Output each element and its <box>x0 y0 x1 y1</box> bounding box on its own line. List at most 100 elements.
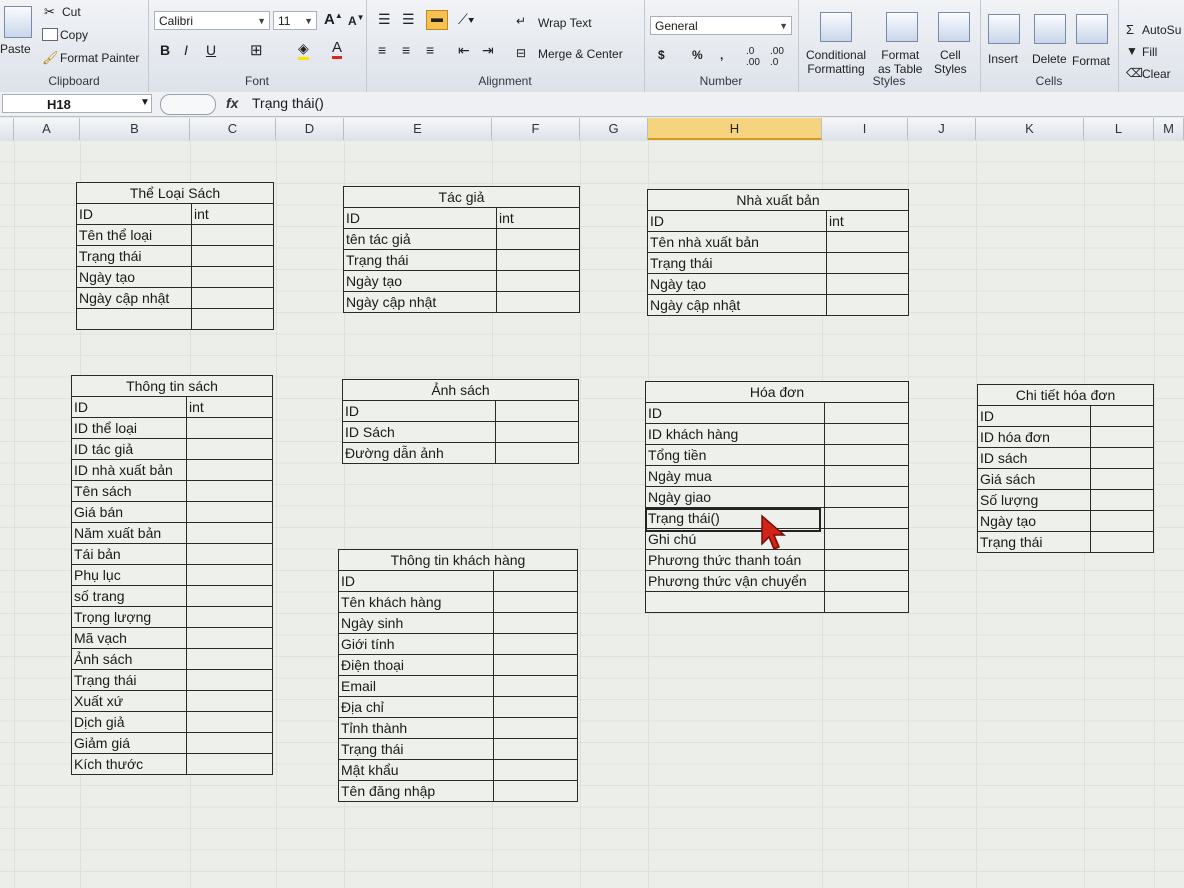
field-type-cell[interactable] <box>826 252 909 274</box>
field-type-cell[interactable] <box>824 402 909 424</box>
field-name-cell[interactable]: Ngày mua <box>645 465 825 487</box>
field-type-cell[interactable] <box>493 654 578 676</box>
align-right-icon[interactable]: ≡ <box>426 42 434 58</box>
field-name-cell[interactable]: Trạng thái <box>76 245 192 267</box>
field-name-cell[interactable]: Trọng lượng <box>71 606 187 628</box>
field-type-cell[interactable] <box>826 231 909 253</box>
align-top-icon[interactable]: ☰ <box>378 11 391 28</box>
copy-button[interactable]: Copy <box>60 28 88 42</box>
field-type-cell[interactable] <box>493 738 578 760</box>
field-type-cell[interactable] <box>191 308 274 330</box>
field-type-cell[interactable] <box>186 501 273 523</box>
field-name-cell[interactable]: Ngày cập nhật <box>343 291 497 313</box>
field-type-cell[interactable] <box>493 717 578 739</box>
bold-icon[interactable]: B <box>160 42 170 58</box>
field-name-cell[interactable]: Ngày tạo <box>647 273 827 295</box>
align-middle-icon[interactable]: ☰ <box>402 11 415 28</box>
field-type-cell[interactable] <box>493 591 578 613</box>
field-name-cell[interactable]: Ảnh sách <box>71 648 187 670</box>
chevron-down-icon[interactable]: ▼ <box>140 97 150 108</box>
field-name-cell[interactable]: Dịch giả <box>71 711 187 733</box>
field-name-cell[interactable]: Mã vạch <box>71 627 187 649</box>
field-name-cell[interactable]: ID khách hàng <box>645 423 825 445</box>
autosum-button[interactable]: AutoSu <box>1142 23 1181 37</box>
field-name-cell[interactable]: Trạng thái <box>343 249 497 271</box>
paste-icon[interactable] <box>4 6 32 38</box>
field-type-cell[interactable] <box>186 480 273 502</box>
field-name-cell[interactable]: Trạng thái <box>71 669 187 691</box>
clear-button[interactable]: Clear <box>1142 67 1171 81</box>
currency-button[interactable]: $ <box>658 48 665 62</box>
field-type-cell[interactable] <box>1090 468 1154 490</box>
field-name-cell[interactable]: ID <box>71 396 187 418</box>
field-type-cell[interactable] <box>495 421 579 443</box>
field-type-cell[interactable] <box>493 612 578 634</box>
field-type-cell[interactable] <box>824 423 909 445</box>
field-name-cell[interactable]: Phụ lục <box>71 564 187 586</box>
field-name-cell[interactable]: ID <box>342 400 496 422</box>
col-header-l[interactable]: L <box>1084 118 1154 140</box>
field-name-cell[interactable]: Trạng thái <box>977 531 1091 553</box>
field-type-cell[interactable] <box>824 486 909 508</box>
field-type-cell[interactable]: int <box>191 203 274 225</box>
name-box[interactable]: H18 <box>2 94 152 113</box>
field-type-cell[interactable] <box>191 287 274 309</box>
field-type-cell[interactable] <box>493 759 578 781</box>
field-type-cell[interactable] <box>824 444 909 466</box>
field-name-cell[interactable] <box>645 591 825 613</box>
field-type-cell[interactable] <box>1090 531 1154 553</box>
field-name-cell[interactable]: Ngày cập nhật <box>76 287 192 309</box>
field-name-cell[interactable]: Tên thể loại <box>76 224 192 246</box>
font-color-icon[interactable]: A <box>332 39 343 59</box>
insert-button[interactable]: Insert <box>988 52 1018 66</box>
field-type-cell[interactable] <box>191 224 274 246</box>
number-format-select[interactable]: General ▼ <box>650 16 792 35</box>
field-name-cell[interactable]: Giá sách <box>977 468 1091 490</box>
wrap-text-button[interactable]: Wrap Text <box>538 16 592 30</box>
field-name-cell[interactable]: ID <box>647 210 827 232</box>
field-type-cell[interactable] <box>1090 510 1154 532</box>
table-title[interactable]: Ảnh sách <box>342 379 579 401</box>
field-name-cell[interactable]: ID <box>76 203 192 225</box>
align-left-icon[interactable]: ≡ <box>378 42 386 58</box>
field-type-cell[interactable] <box>493 633 578 655</box>
field-type-cell[interactable] <box>186 585 273 607</box>
decrease-indent-icon[interactable]: ⇤ <box>458 42 470 59</box>
field-name-cell[interactable]: Giá bán <box>71 501 187 523</box>
col-header-c[interactable]: C <box>190 118 276 140</box>
field-type-cell[interactable]: int <box>496 207 580 229</box>
col-header-i[interactable]: I <box>822 118 908 140</box>
field-type-cell[interactable] <box>495 400 579 422</box>
field-type-cell[interactable] <box>186 627 273 649</box>
field-name-cell[interactable]: Giới tính <box>338 633 494 655</box>
field-type-cell[interactable] <box>186 711 273 733</box>
col-header-f[interactable]: F <box>492 118 580 140</box>
field-type-cell[interactable] <box>186 648 273 670</box>
field-name-cell[interactable]: Giảm giá <box>71 732 187 754</box>
field-name-cell[interactable]: ID tác giả <box>71 438 187 460</box>
field-type-cell[interactable] <box>496 249 580 271</box>
field-type-cell[interactable] <box>186 606 273 628</box>
field-type-cell[interactable] <box>186 543 273 565</box>
table-title[interactable]: Thông tin sách <box>71 375 273 397</box>
orientation-icon[interactable]: ⟋▾ <box>458 11 475 28</box>
col-header-h[interactable]: H <box>648 118 822 140</box>
formula-bar-divider[interactable] <box>160 94 216 115</box>
field-name-cell[interactable]: Tái bản <box>71 543 187 565</box>
field-name-cell[interactable]: Phương thức thanh toán <box>645 549 825 571</box>
field-type-cell[interactable] <box>824 591 909 613</box>
cell-styles-button[interactable]: Cell Styles <box>934 48 967 76</box>
selected-cell-h18[interactable] <box>645 508 821 532</box>
decrease-decimal-icon[interactable]: .00.0 <box>770 46 784 68</box>
field-name-cell[interactable]: Tên sách <box>71 480 187 502</box>
font-size-select[interactable]: 11 ▼ <box>273 11 317 30</box>
field-name-cell[interactable]: Số lượng <box>977 489 1091 511</box>
table-title[interactable]: Tác giả <box>343 186 580 208</box>
percent-button[interactable]: % <box>692 48 703 62</box>
field-name-cell[interactable]: ID <box>977 405 1091 427</box>
table-title[interactable]: Hóa đơn <box>645 381 909 403</box>
underline-icon[interactable]: U <box>206 42 216 58</box>
grow-font-icon[interactable]: A▲ <box>324 11 343 28</box>
field-name-cell[interactable]: ID thể loại <box>71 417 187 439</box>
field-type-cell[interactable] <box>824 549 909 571</box>
